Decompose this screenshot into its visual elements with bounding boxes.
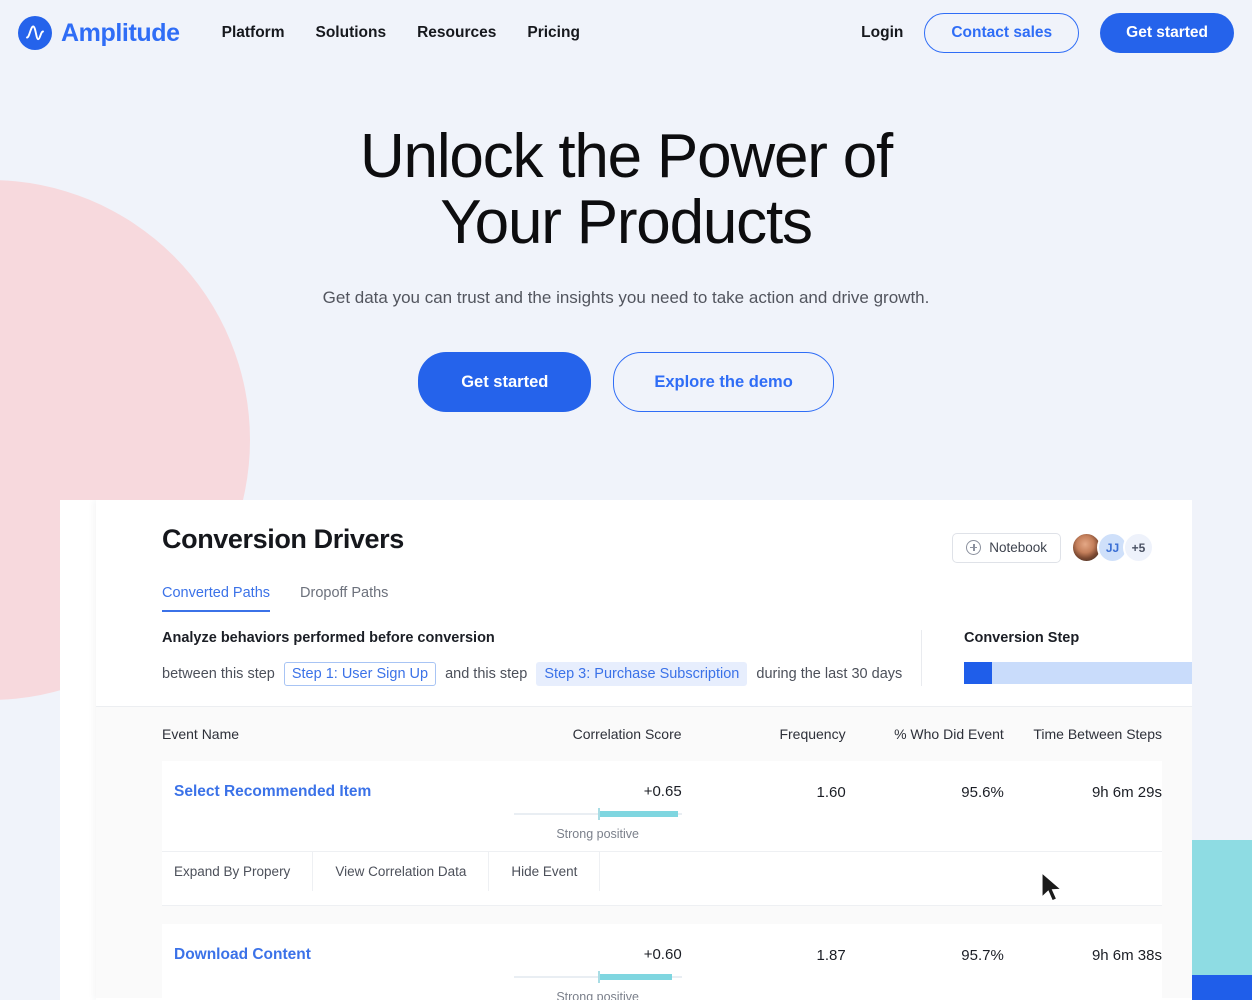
mouse-cursor-icon	[1041, 872, 1063, 902]
row-correlation-cell: +0.60 Strong positive	[455, 946, 682, 1000]
correlation-bar	[513, 808, 682, 820]
row-correlation-cell: +0.65 Strong positive	[455, 783, 682, 841]
query-line: between this step Step 1: User Sign Up a…	[162, 662, 905, 686]
correlation-bar-fill	[597, 811, 679, 817]
login-link[interactable]: Login	[861, 24, 903, 42]
header-get-started-button[interactable]: Get started	[1100, 13, 1234, 53]
tab-converted-paths[interactable]: Converted Paths	[162, 585, 271, 612]
dashboard-header-actions: Notebook JJ +5	[952, 524, 1154, 563]
column-header-correlation-score[interactable]: Correlation Score	[455, 726, 682, 742]
query-suffix-text: during the last 30 days	[756, 666, 903, 682]
hero-title: Unlock the Power of Your Products	[359, 122, 893, 257]
amplitude-logo-text: Amplitude	[61, 18, 180, 47]
table-row: Select Recommended Item +0.65 Strong pos…	[162, 761, 1162, 906]
contact-sales-button[interactable]: Contact sales	[924, 13, 1080, 53]
row-event-name-link[interactable]: Download Content	[162, 946, 455, 964]
site-header: Amplitude Platform Solutions Resources P…	[0, 0, 1252, 66]
dashboard-title: Conversion Drivers	[162, 524, 404, 554]
correlation-bar-center-tick	[597, 971, 600, 983]
dashboard-inner-panel: Conversion Drivers Notebook JJ +5 Conver…	[96, 500, 1192, 1000]
row-correlation-caption: Strong positive	[556, 990, 640, 1000]
nav-item-resources[interactable]: Resources	[417, 24, 496, 42]
row-correlation-value: +0.65	[643, 783, 682, 800]
correlation-bar	[513, 971, 682, 983]
hide-event-action[interactable]: Hide Event	[489, 852, 601, 891]
primary-nav: Platform Solutions Resources Pricing	[222, 24, 580, 42]
row-action-bar: Expand By Propery View Correlation Data …	[162, 851, 1162, 891]
dashboard-tabs: Converted Paths Dropoff Paths	[162, 585, 1154, 612]
nav-item-platform[interactable]: Platform	[222, 24, 285, 42]
notebook-button[interactable]: Notebook	[952, 532, 1061, 563]
dashboard-title-row: Conversion Drivers Notebook JJ +5	[162, 524, 1154, 563]
row-frequency-value: 1.60	[816, 784, 846, 801]
column-header-frequency[interactable]: Frequency	[682, 726, 845, 742]
notebook-button-label: Notebook	[989, 540, 1047, 555]
conversion-step-bar[interactable]	[964, 662, 1192, 684]
query-middle-text: and this step	[445, 666, 528, 682]
page-root: Amplitude Platform Solutions Resources P…	[0, 0, 1252, 1000]
correlation-bar-center-tick	[597, 808, 600, 820]
header-actions: Login Contact sales Get started	[861, 13, 1234, 53]
amplitude-logo[interactable]: Amplitude	[18, 16, 180, 50]
query-heading: Analyze behaviors performed before conve…	[162, 630, 495, 646]
step-from-chip[interactable]: Step 1: User Sign Up	[283, 662, 437, 686]
expand-by-property-action[interactable]: Expand By Propery	[162, 852, 314, 891]
row-correlation-value: +0.60	[643, 946, 682, 963]
hero-explore-demo-button[interactable]: Explore the demo	[613, 352, 834, 412]
amplitude-logo-icon	[18, 16, 52, 50]
hero-cta-group: Get started Explore the demo	[0, 352, 1252, 412]
query-prefix-text: between this step	[162, 666, 275, 682]
table-row-values: Select Recommended Item +0.65 Strong pos…	[162, 783, 1162, 841]
row-percent-who-did-value: 95.6%	[961, 784, 1004, 801]
hero-section: Unlock the Power of Your Products Get da…	[0, 66, 1252, 412]
column-header-time-between[interactable]: Time Between Steps	[1004, 726, 1162, 742]
column-header-event-name[interactable]: Event Name	[162, 726, 455, 742]
conversion-step-label: Conversion Step	[964, 630, 1080, 646]
row-correlation-caption: Strong positive	[556, 827, 640, 841]
tab-dropoff-paths[interactable]: Dropoff Paths	[300, 585, 388, 612]
blue-decorative-block	[1192, 975, 1252, 1000]
query-statement: Analyze behaviors performed before conve…	[162, 630, 922, 686]
row-time-between-value: 9h 6m 38s	[1091, 947, 1162, 964]
row-frequency-value: 1.87	[816, 947, 846, 964]
drivers-table: Event Name Correlation Score Frequency %…	[96, 706, 1192, 1000]
table-row-values: Download Content +0.60 Strong positive 1…	[162, 946, 1162, 1000]
row-percent-who-did-value: 95.7%	[961, 947, 1004, 964]
conversion-step-bar-fill	[964, 662, 992, 684]
query-builder: Analyze behaviors performed before conve…	[162, 630, 1192, 686]
hero-get-started-button[interactable]: Get started	[418, 352, 592, 412]
row-time-between-value: 9h 6m 29s	[1091, 784, 1162, 801]
table-row: Download Content +0.60 Strong positive 1…	[162, 924, 1162, 1000]
step-to-chip[interactable]: Step 3: Purchase Subscription	[536, 662, 748, 686]
plus-circle-icon	[966, 540, 982, 555]
nav-item-pricing[interactable]: Pricing	[527, 24, 580, 42]
conversion-step-panel: Conversion Step	[922, 630, 1192, 686]
dashboard-card: Conversion Drivers Notebook JJ +5 Conver…	[60, 500, 1192, 1000]
teal-decorative-block	[1192, 840, 1252, 975]
table-header-row: Event Name Correlation Score Frequency %…	[96, 707, 1192, 761]
dashboard-header: Conversion Drivers Notebook JJ +5 Conver…	[96, 500, 1192, 686]
user-avatar-overflow[interactable]: +5	[1123, 532, 1154, 563]
view-correlation-data-action[interactable]: View Correlation Data	[313, 852, 490, 891]
row-event-name-link[interactable]: Select Recommended Item	[162, 783, 455, 801]
hero-subtitle: Get data you can trust and the insights …	[322, 288, 930, 307]
correlation-bar-fill	[597, 974, 672, 980]
column-header-percent-who-did[interactable]: % Who Did Event	[846, 726, 1004, 742]
nav-item-solutions[interactable]: Solutions	[316, 24, 387, 42]
